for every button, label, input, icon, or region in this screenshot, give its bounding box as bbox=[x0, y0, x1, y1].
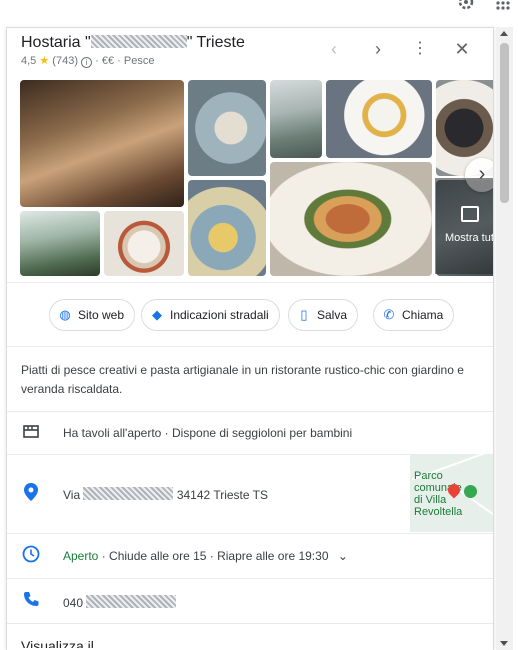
open-status: Aperto bbox=[63, 549, 99, 563]
address-prefix: Via bbox=[63, 488, 81, 502]
more-photos-overlay[interactable]: Mostra tut bbox=[435, 178, 494, 274]
settings-gear-icon[interactable] bbox=[458, 0, 478, 14]
amenities-row: Ha tavoli all'aperto · Dispone di seggio… bbox=[7, 412, 493, 454]
directions-button[interactable]: ◆ Indicazioni stradali bbox=[141, 299, 280, 331]
knowledge-panel: Hostaria " " Trieste 4,5 ★ (743) i · €€ ·… bbox=[6, 27, 494, 650]
close-icon[interactable]: ✕ bbox=[453, 40, 471, 58]
website-button[interactable]: ◍ Sito web bbox=[49, 299, 136, 331]
hours-row[interactable]: Aperto · Chiude alle ore 15 · Riapre all… bbox=[7, 534, 493, 578]
location-pin-icon bbox=[21, 483, 41, 503]
next-chevron-icon[interactable]: › bbox=[369, 40, 387, 58]
divider bbox=[7, 346, 493, 347]
seafood-shells-photo[interactable] bbox=[188, 180, 266, 276]
scroll-down-arrow-icon[interactable] bbox=[500, 641, 508, 646]
top-bar bbox=[0, 0, 518, 26]
address-suffix: 34142 Trieste TS bbox=[176, 488, 268, 502]
redacted-name bbox=[90, 35, 187, 48]
call-button[interactable]: ✆ Chiama bbox=[373, 299, 455, 331]
call-label: Chiama bbox=[402, 308, 444, 322]
cut-off-footer: Visualizza il... bbox=[21, 638, 106, 648]
hours-detail: · Chiude alle ore 15 · Riapre alle ore 1… bbox=[98, 549, 329, 563]
save-button[interactable]: ▯ Salva bbox=[288, 299, 359, 331]
chevron-down-icon[interactable]: ⌄ bbox=[338, 549, 348, 563]
redacted-street bbox=[83, 487, 174, 500]
info-icon[interactable]: i bbox=[81, 57, 93, 68]
place-title: Hostaria " " Trieste bbox=[21, 34, 245, 52]
storefront-icon bbox=[21, 423, 41, 443]
rating-value: 4,5 bbox=[21, 55, 37, 67]
hours-text[interactable]: Aperto · Chiude alle ore 15 · Riapre all… bbox=[63, 549, 348, 563]
phone-icon: ✆ bbox=[383, 307, 395, 322]
star-icon: ★ bbox=[39, 55, 50, 67]
clock-icon bbox=[21, 545, 41, 565]
fried-fish-photo[interactable] bbox=[270, 162, 432, 276]
review-count[interactable]: (743) bbox=[52, 55, 78, 67]
price-level: €€ bbox=[101, 55, 115, 67]
website-label: Sito web bbox=[78, 308, 125, 322]
directions-label: Indicazioni stradali bbox=[170, 308, 269, 322]
more-photos-label: Mostra tut bbox=[445, 232, 494, 244]
divider bbox=[7, 282, 493, 283]
interior-photo[interactable] bbox=[20, 80, 184, 207]
amenities-text: Ha tavoli all'aperto · Dispone di seggio… bbox=[63, 426, 353, 440]
photo-gallery bbox=[20, 80, 493, 276]
garden-photo[interactable] bbox=[20, 211, 100, 276]
category-label: Pesce bbox=[123, 55, 155, 67]
phone-icon bbox=[21, 591, 41, 611]
more-options-icon[interactable]: ⋮ bbox=[411, 40, 429, 58]
rating-line: 4,5 ★ (743) i · €€ · Pesce bbox=[21, 55, 155, 68]
dessert-plate-photo[interactable] bbox=[326, 80, 432, 158]
bookmark-icon: ▯ bbox=[300, 307, 308, 322]
panel-scrollbar[interactable] bbox=[496, 27, 513, 650]
save-label: Salva bbox=[317, 308, 348, 322]
divider bbox=[7, 623, 493, 624]
terrace-photo[interactable] bbox=[270, 80, 322, 158]
phone-text[interactable]: 040 bbox=[63, 595, 177, 610]
mini-map[interactable]: Parco comunale di Villa Revoltella bbox=[410, 454, 493, 532]
phone-prefix: 040 bbox=[63, 596, 84, 610]
redacted-phone bbox=[86, 595, 177, 608]
place-name-prefix: Hostaria " bbox=[21, 34, 91, 51]
scrollbar-thumb[interactable] bbox=[500, 43, 509, 203]
park-tree-icon bbox=[464, 485, 477, 498]
pasta-plate-photo[interactable] bbox=[104, 211, 184, 276]
globe-icon: ◍ bbox=[59, 307, 71, 322]
place-description: Piatti di pesce creativi e pasta artigia… bbox=[21, 363, 464, 396]
scroll-up-arrow-icon[interactable] bbox=[500, 31, 508, 36]
previous-chevron-icon[interactable]: ‹ bbox=[325, 40, 343, 58]
apps-grid-icon[interactable] bbox=[496, 0, 516, 14]
directions-icon: ◆ bbox=[152, 307, 162, 322]
address-text[interactable]: Via 34142 Trieste TS bbox=[63, 487, 268, 502]
photo-library-icon bbox=[461, 206, 479, 222]
place-name-suffix: " Trieste bbox=[186, 34, 245, 51]
oysters-photo[interactable] bbox=[188, 80, 266, 176]
phone-row[interactable]: 040 bbox=[7, 579, 493, 623]
